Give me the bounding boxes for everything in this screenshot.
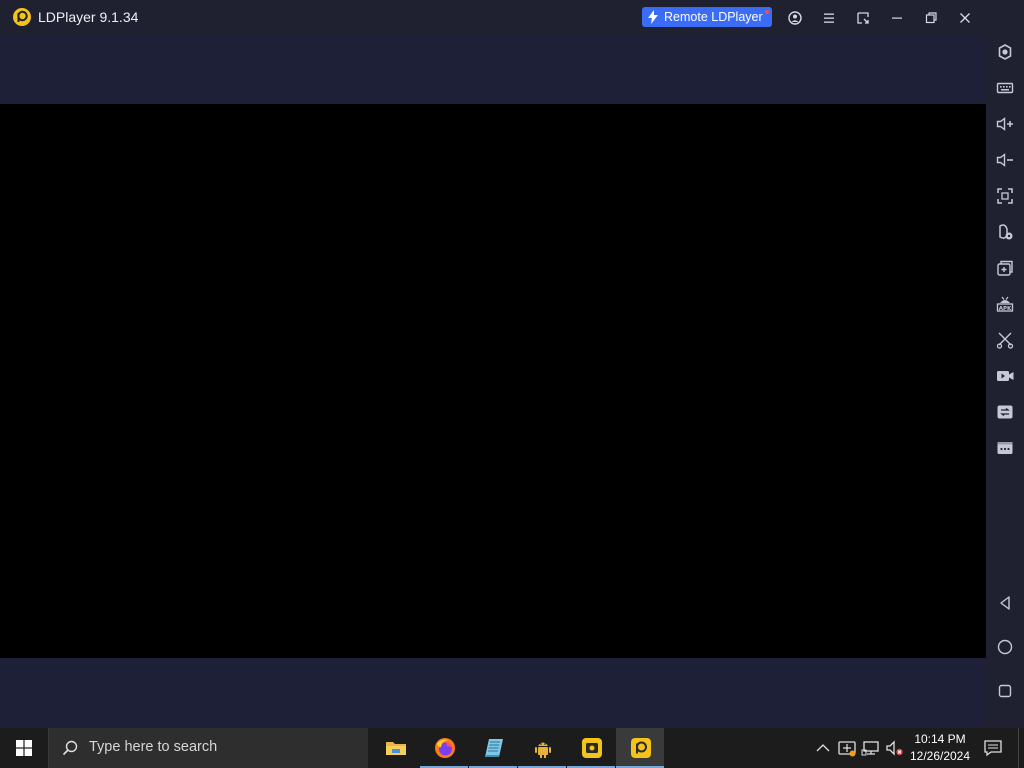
multi-instance-button[interactable] [994, 257, 1016, 279]
android-recents-icon [998, 684, 1012, 698]
clock-time: 10:14 PM [914, 732, 966, 746]
search-icon [62, 740, 78, 756]
volume-up-icon [996, 117, 1013, 131]
install-apk-icon: APK [996, 296, 1014, 312]
screenshot-scissors-icon [996, 332, 1014, 349]
taskbar-app-android[interactable] [518, 728, 566, 768]
ldplayer-logo-icon [13, 8, 31, 26]
restore-icon [925, 12, 937, 24]
screen-bottom-band [0, 658, 986, 728]
show-desktop-button[interactable] [1018, 728, 1024, 768]
minimize-button[interactable] [887, 8, 907, 28]
network-icon[interactable] [861, 738, 881, 758]
settings-icon [998, 44, 1012, 60]
svg-text:APK: APK [999, 306, 1012, 312]
volume-down-button[interactable] [994, 149, 1016, 171]
more-button[interactable] [994, 437, 1016, 459]
minimize-icon [892, 17, 902, 19]
sync-icon [997, 405, 1013, 419]
android-screen[interactable] [0, 104, 986, 658]
right-toolbar: APK [986, 0, 1024, 728]
lightning-icon [648, 10, 658, 24]
remote-ldplayer-label: Remote LDPlayer [664, 10, 763, 24]
taskbar-app-firefox[interactable] [420, 728, 468, 768]
settings-button[interactable] [994, 41, 1016, 63]
install-apk-button[interactable]: APK [994, 293, 1016, 315]
notification-dot [765, 10, 769, 14]
windows-logo-icon [16, 740, 32, 756]
ldplayer-window: LDPlayer 9.1.34 Remote LDPlayer APK Type… [0, 0, 1024, 768]
taskbar-app-ldmultiplayer[interactable] [567, 728, 615, 768]
volume-muted-icon[interactable] [885, 738, 905, 758]
action-center-button[interactable] [976, 728, 1010, 768]
menu-icon [824, 13, 834, 23]
clock-date: 12/26/2024 [909, 749, 971, 763]
operation-record-icon [999, 224, 1013, 240]
record-video-button[interactable] [994, 365, 1016, 387]
record-video-icon [997, 371, 1014, 381]
file-explorer-icon [386, 742, 406, 755]
firefox-icon [435, 738, 455, 758]
resize-window-button[interactable] [853, 8, 873, 28]
taskbar-app-file-explorer[interactable] [371, 728, 419, 768]
resize-icon [857, 12, 869, 24]
ldmultiplayer-icon [582, 738, 602, 758]
operation-record-button[interactable] [994, 221, 1016, 243]
account-button[interactable] [785, 8, 805, 28]
start-button[interactable] [0, 728, 48, 768]
android-back-button[interactable] [994, 592, 1016, 614]
taskbar-app-notepad[interactable] [469, 728, 517, 768]
taskbar-clock[interactable]: 10:14 PM 12/26/2024 [906, 731, 974, 765]
android-home-button[interactable] [994, 636, 1016, 658]
notepad-icon [485, 739, 503, 757]
account-icon [788, 11, 802, 25]
android-back-icon [1000, 596, 1010, 610]
windows-taskbar: Type here to search 10:14 PM 12/26/2024 [0, 728, 1024, 768]
android-studio-icon [535, 742, 551, 758]
taskbar-app-ldplayer[interactable] [616, 728, 664, 768]
screen-top-band [0, 36, 986, 104]
taskbar-search-box[interactable]: Type here to search [48, 728, 368, 768]
notification-icon [984, 740, 1002, 757]
title-bar: LDPlayer 9.1.34 Remote LDPlayer [0, 0, 1024, 36]
menu-button[interactable] [819, 8, 839, 28]
close-button[interactable] [955, 8, 975, 28]
sync-button[interactable] [994, 401, 1016, 423]
show-hidden-icons-icon[interactable] [813, 738, 833, 758]
keyboard-icon [996, 82, 1014, 94]
volume-down-icon [996, 153, 1013, 167]
close-icon [960, 13, 970, 23]
restore-button[interactable] [921, 8, 941, 28]
fullscreen-button[interactable] [994, 185, 1016, 207]
screenshot-button[interactable] [994, 329, 1016, 351]
volume-up-button[interactable] [994, 113, 1016, 135]
keyboard-button[interactable] [994, 77, 1016, 99]
ldplayer-icon [631, 738, 651, 758]
more-icon [997, 442, 1013, 454]
window-title: LDPlayer 9.1.34 [38, 9, 139, 25]
fullscreen-icon [997, 188, 1013, 204]
search-placeholder: Type here to search [89, 739, 218, 755]
remote-ldplayer-button[interactable]: Remote LDPlayer [642, 7, 772, 27]
multi-instance-icon [997, 260, 1013, 276]
android-recents-button[interactable] [994, 680, 1016, 702]
android-home-icon [997, 639, 1013, 655]
tray-app-icon[interactable] [837, 738, 857, 758]
